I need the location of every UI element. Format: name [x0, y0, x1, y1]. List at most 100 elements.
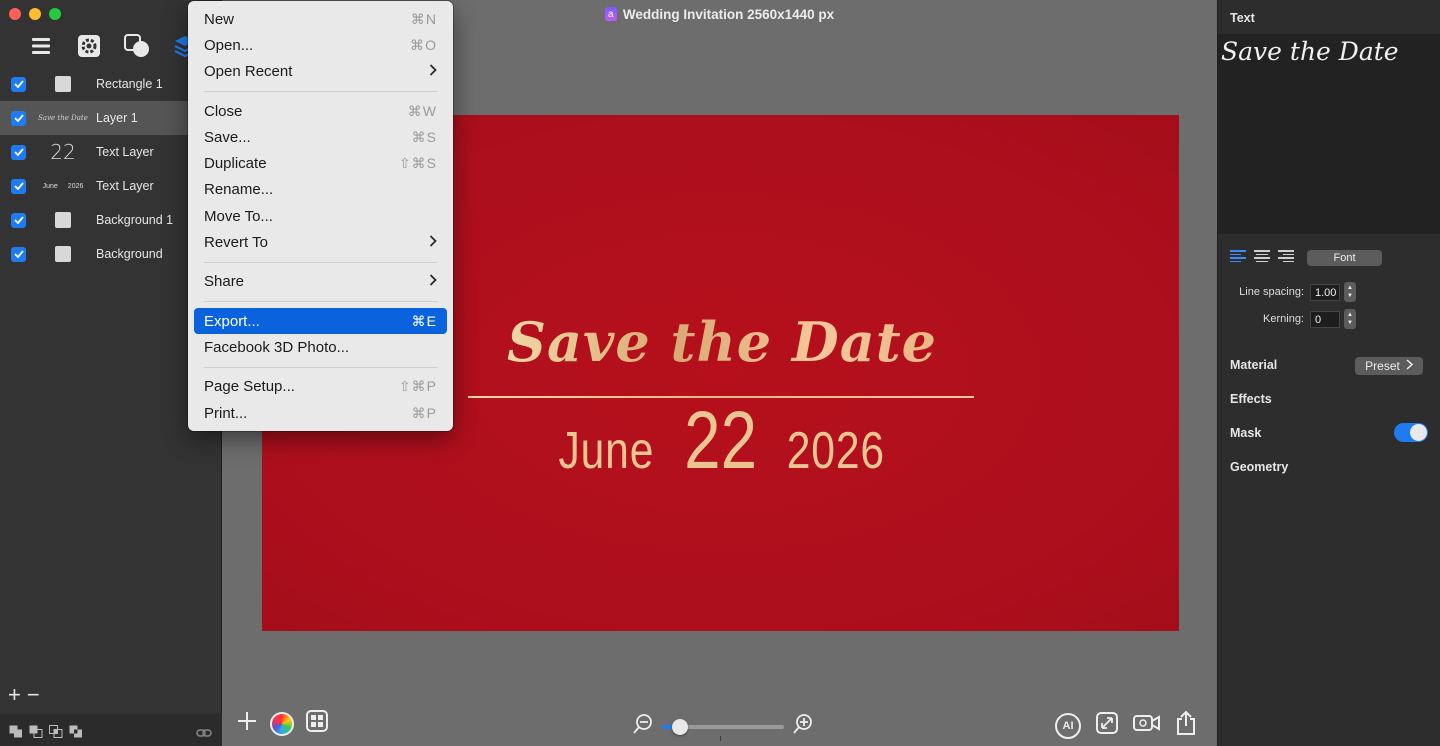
exclude-icon[interactable]	[69, 725, 83, 738]
file-menu: New ⌘N Open... ⌘O Open Recent Close ⌘W Save... ⌘…	[188, 1, 453, 431]
layer-visibility-checkbox[interactable]	[11, 212, 26, 228]
layer-thumbnail	[36, 241, 90, 267]
text-preview[interactable]: Save the Date	[1218, 34, 1440, 234]
gear-icon[interactable]	[76, 33, 102, 59]
layer-visibility-checkbox[interactable]	[11, 246, 26, 262]
window-controls	[9, 8, 61, 20]
menu-item-label: Page Setup...	[204, 378, 295, 396]
subtract-icon[interactable]	[29, 725, 43, 738]
menu-item-label: Save...	[204, 128, 251, 146]
zoom-in-icon[interactable]	[792, 713, 814, 740]
shapes-icon[interactable]	[124, 33, 150, 59]
union-icon[interactable]	[9, 725, 23, 738]
preset-button[interactable]: Preset	[1355, 357, 1423, 375]
menu-item-revert-to[interactable]: Revert To	[194, 229, 447, 255]
layer-name: Layer 1	[96, 111, 138, 125]
menu-item-label: Move To...	[204, 207, 273, 225]
geometry-section[interactable]: Geometry	[1230, 460, 1288, 474]
menu-separator	[204, 366, 437, 368]
menu-item-close[interactable]: Close ⌘W	[194, 98, 447, 124]
font-button[interactable]: Font	[1307, 250, 1382, 266]
mask-section[interactable]: Mask	[1230, 426, 1261, 440]
layer-name: Text Layer	[96, 179, 154, 193]
add-layer-button[interactable]: +	[8, 682, 21, 708]
align-left-icon[interactable]	[1230, 250, 1246, 262]
mask-toggle[interactable]	[1394, 423, 1428, 442]
menu-item-shortcut: ⌘O	[410, 36, 437, 53]
headline-text[interactable]: Save the Date	[468, 310, 976, 374]
menu-item-export[interactable]: Export... ⌘E	[194, 307, 447, 335]
layer-thumbnail: 22	[36, 139, 90, 165]
menu-item-save[interactable]: Save... ⌘S	[194, 124, 447, 150]
zoom-window-button[interactable]	[49, 8, 61, 20]
menu-item-page-setup[interactable]: Page Setup... ⇧⌘P	[194, 374, 447, 400]
layer-thumbnail-text: 22	[50, 140, 76, 164]
resize-icon[interactable]	[1095, 711, 1119, 740]
menu-item-shortcut: ⌘W	[407, 102, 437, 119]
grid-view-icon[interactable]	[306, 710, 328, 737]
layer-name: Background	[96, 247, 163, 261]
layer-visibility-checkbox[interactable]	[11, 144, 26, 160]
layer-name: Background 1	[96, 213, 174, 227]
menu-item-shortcut: ⌘S	[411, 128, 437, 145]
menu-item-shortcut: ⌘P	[411, 404, 437, 421]
preset-label: Preset	[1365, 359, 1400, 373]
menu-item-shortcut: ⇧⌘P	[398, 378, 437, 395]
zoom-tick	[720, 736, 721, 741]
align-center-icon[interactable]	[1254, 250, 1270, 262]
color-wheel-icon[interactable]	[270, 711, 294, 736]
menu-item-facebook-3d-photo[interactable]: Facebook 3D Photo...	[194, 334, 447, 360]
chevron-right-icon	[429, 63, 437, 81]
intersect-icon[interactable]	[49, 725, 63, 738]
close-window-button[interactable]	[9, 8, 21, 20]
sidebar-toolbar	[28, 33, 198, 59]
layer-thumbnail	[36, 71, 90, 97]
layer-visibility-checkbox[interactable]	[11, 110, 26, 126]
menu-item-label: New	[204, 10, 235, 28]
kerning-field[interactable]: 0	[1310, 310, 1340, 328]
inspector-panel: Text Save the Date Font Line spacing: 1.…	[1217, 0, 1440, 746]
menu-item-move-to[interactable]: Move To...	[194, 203, 447, 229]
share-icon[interactable]	[1175, 710, 1197, 741]
remove-layer-button[interactable]: −	[27, 682, 40, 708]
zoom-slider[interactable]	[662, 718, 784, 735]
text-alignment	[1230, 250, 1294, 262]
mask-toggle-knob	[1410, 424, 1427, 441]
link-icon[interactable]	[196, 726, 212, 738]
menu-item-share[interactable]: Share	[194, 269, 447, 295]
menu-separator	[204, 90, 437, 92]
layer-thumbnail-text: Save the Date	[38, 114, 88, 122]
menu-item-open-recent[interactable]: Open Recent	[194, 59, 447, 85]
effects-section[interactable]: Effects	[1230, 392, 1272, 406]
menu-item-label: Export...	[204, 312, 260, 330]
minimize-window-button[interactable]	[29, 8, 41, 20]
menu-item-label: Open...	[204, 36, 254, 54]
layer-thumbnail: Save the Date	[36, 105, 90, 131]
menu-item-rename[interactable]: Rename...	[194, 177, 447, 203]
layer-thumbnail-text: 2026	[67, 182, 84, 190]
layer-visibility-checkbox[interactable]	[11, 178, 26, 194]
zoom-slider-knob[interactable]	[672, 718, 688, 735]
material-section[interactable]: Material	[1230, 358, 1277, 372]
plus-icon[interactable]	[236, 710, 258, 737]
video-camera-icon[interactable]	[1133, 712, 1161, 739]
ai-button[interactable]: AI	[1055, 712, 1081, 739]
layer-visibility-checkbox[interactable]	[11, 76, 26, 92]
date-text[interactable]: June 22 2026	[559, 400, 885, 482]
align-right-icon[interactable]	[1278, 250, 1294, 262]
menu-item-open[interactable]: Open... ⌘O	[194, 32, 447, 58]
sidebar-bottom-bar	[0, 714, 222, 746]
line-spacing-field[interactable]: 1.00	[1310, 283, 1340, 301]
canvas-toolbar: AI	[222, 702, 1217, 746]
zoom-out-icon[interactable]	[632, 713, 654, 740]
menu-item-label: Close	[204, 102, 243, 120]
list-icon[interactable]	[28, 33, 54, 59]
menu-separator	[204, 300, 437, 302]
kerning-stepper[interactable]: ▲ ▼	[1344, 309, 1356, 329]
menu-item-new[interactable]: New ⌘N	[194, 6, 447, 32]
menu-item-print[interactable]: Print... ⌘P	[194, 400, 447, 426]
line-spacing-stepper[interactable]: ▲ ▼	[1344, 282, 1356, 302]
menu-item-duplicate[interactable]: Duplicate ⇧⌘S	[194, 150, 447, 176]
menu-item-label: Print...	[204, 404, 248, 422]
chevron-right-icon	[1406, 359, 1413, 373]
